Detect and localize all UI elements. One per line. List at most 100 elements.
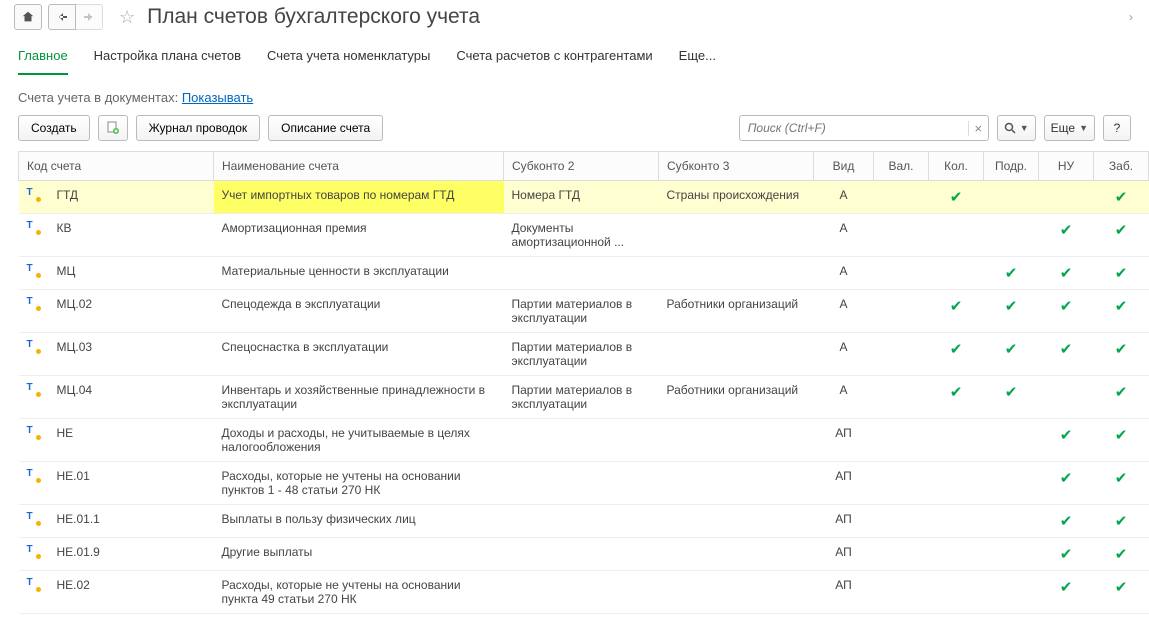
tab-item[interactable]: Счета учета номенклатуры	[267, 42, 430, 75]
col-podr[interactable]: Подр.	[984, 152, 1039, 181]
clear-search-icon[interactable]: ×	[968, 121, 988, 136]
row-icon-cell	[19, 214, 49, 257]
cell-kol: ✔	[929, 181, 984, 214]
arrow-left-icon	[56, 11, 68, 23]
cell-sub2	[504, 571, 659, 614]
table-row[interactable]: НЕ.01.9Другие выплатыАП✔✔	[19, 538, 1149, 571]
favorite-star-icon[interactable]: ☆	[119, 7, 135, 28]
col-kol[interactable]: Кол.	[929, 152, 984, 181]
table-row[interactable]: НЕ.01Расходы, которые не учтены на основ…	[19, 462, 1149, 505]
cell-podr	[984, 505, 1039, 538]
table-row[interactable]: НЕДоходы и расходы, не учитываемые в цел…	[19, 419, 1149, 462]
cell-sub2	[504, 505, 659, 538]
cell-vid: А	[814, 257, 874, 290]
accounts-table: Код счета Наименование счета Субконто 2 …	[18, 151, 1149, 614]
table-row[interactable]: МЦ.02Спецодежда в эксплуатацииПартии мат…	[19, 290, 1149, 333]
cell-zab: ✔	[1094, 376, 1149, 419]
cell-val	[874, 333, 929, 376]
table-row[interactable]: ГТДУчет импортных товаров по номерам ГТД…	[19, 181, 1149, 214]
col-sub2[interactable]: Субконто 2	[504, 152, 659, 181]
show-link[interactable]: Показывать	[182, 90, 253, 105]
cell-kol	[929, 571, 984, 614]
col-vid[interactable]: Вид	[814, 152, 874, 181]
cell-nu: ✔	[1039, 257, 1094, 290]
table-row[interactable]: МЦ.03Спецоснастка в эксплуатацииПартии м…	[19, 333, 1149, 376]
more-button[interactable]: Еще ▼	[1044, 115, 1095, 141]
cell-val	[874, 290, 929, 333]
col-code[interactable]: Код счета	[19, 152, 214, 181]
cell-sub3	[659, 571, 814, 614]
cell-sub3: Страны происхождения	[659, 181, 814, 214]
search-box[interactable]: ×	[739, 115, 989, 141]
cell-vid: А	[814, 333, 874, 376]
table-row[interactable]: КВАмортизационная премияДокументы аморти…	[19, 214, 1149, 257]
create-copy-button[interactable]	[98, 115, 128, 141]
cell-kol	[929, 462, 984, 505]
cell-zab: ✔	[1094, 333, 1149, 376]
tab-item[interactable]: Счета расчетов с контрагентами	[456, 42, 652, 75]
tab-item[interactable]: Настройка плана счетов	[94, 42, 241, 75]
col-sub3[interactable]: Субконто 3	[659, 152, 814, 181]
cell-sub3	[659, 462, 814, 505]
col-val[interactable]: Вал.	[874, 152, 929, 181]
account-icon	[27, 188, 41, 202]
account-icon	[27, 545, 41, 559]
cell-sub2: Партии материалов в эксплуатации	[504, 376, 659, 419]
cell-sub3	[659, 419, 814, 462]
cell-kol: ✔	[929, 376, 984, 419]
cell-sub2	[504, 257, 659, 290]
col-name[interactable]: Наименование счета	[214, 152, 504, 181]
cell-podr: ✔	[984, 290, 1039, 333]
tab-item[interactable]: Главное	[18, 42, 68, 75]
row-icon-cell	[19, 257, 49, 290]
cell-sub3	[659, 257, 814, 290]
back-button[interactable]	[48, 4, 76, 30]
cell-podr: ✔	[984, 376, 1039, 419]
cell-name: Амортизационная премия	[214, 214, 504, 257]
journal-button[interactable]: Журнал проводок	[136, 115, 261, 141]
cell-zab: ✔	[1094, 571, 1149, 614]
cell-sub3	[659, 214, 814, 257]
col-zab[interactable]: Заб.	[1094, 152, 1149, 181]
cell-nu: ✔	[1039, 419, 1094, 462]
cell-val	[874, 462, 929, 505]
cell-code: МЦ.03	[49, 333, 214, 376]
cell-podr	[984, 181, 1039, 214]
table-row[interactable]: НЕ.01.1Выплаты в пользу физических лицАП…	[19, 505, 1149, 538]
home-icon	[21, 10, 35, 24]
help-button[interactable]: ?	[1103, 115, 1131, 141]
cell-sub3: Работники организаций	[659, 290, 814, 333]
tab-item[interactable]: Еще...	[679, 42, 716, 75]
account-icon	[27, 383, 41, 397]
cell-code: НЕ.02	[49, 571, 214, 614]
cell-name: Инвентарь и хозяйственные принадлежности…	[214, 376, 504, 419]
cell-vid: АП	[814, 571, 874, 614]
cell-name: Другие выплаты	[214, 538, 504, 571]
cell-nu: ✔	[1039, 505, 1094, 538]
home-button[interactable]	[14, 4, 42, 30]
cell-vid: А	[814, 376, 874, 419]
table-header-row: Код счета Наименование счета Субконто 2 …	[19, 152, 1149, 181]
cell-zab: ✔	[1094, 505, 1149, 538]
search-input[interactable]	[740, 121, 968, 135]
cell-kol: ✔	[929, 290, 984, 333]
row-icon-cell	[19, 419, 49, 462]
cell-vid: АП	[814, 538, 874, 571]
cell-vid: А	[814, 181, 874, 214]
table-row[interactable]: НЕ.02Расходы, которые не учтены на основ…	[19, 571, 1149, 614]
search-dropdown-button[interactable]: ▼	[997, 115, 1036, 141]
row-icon-cell	[19, 290, 49, 333]
cell-podr: ✔	[984, 333, 1039, 376]
cell-sub3	[659, 333, 814, 376]
table-row[interactable]: МЦМатериальные ценности в эксплуатацииА✔…	[19, 257, 1149, 290]
description-button[interactable]: Описание счета	[268, 115, 383, 141]
account-icon	[27, 264, 41, 278]
forward-button[interactable]	[75, 4, 103, 30]
cell-vid: АП	[814, 505, 874, 538]
create-button[interactable]: Создать	[18, 115, 90, 141]
expand-icon[interactable]: ›	[1129, 10, 1139, 24]
col-nu[interactable]: НУ	[1039, 152, 1094, 181]
cell-val	[874, 571, 929, 614]
table-row[interactable]: МЦ.04Инвентарь и хозяйственные принадлеж…	[19, 376, 1149, 419]
cell-sub2: Партии материалов в эксплуатации	[504, 290, 659, 333]
